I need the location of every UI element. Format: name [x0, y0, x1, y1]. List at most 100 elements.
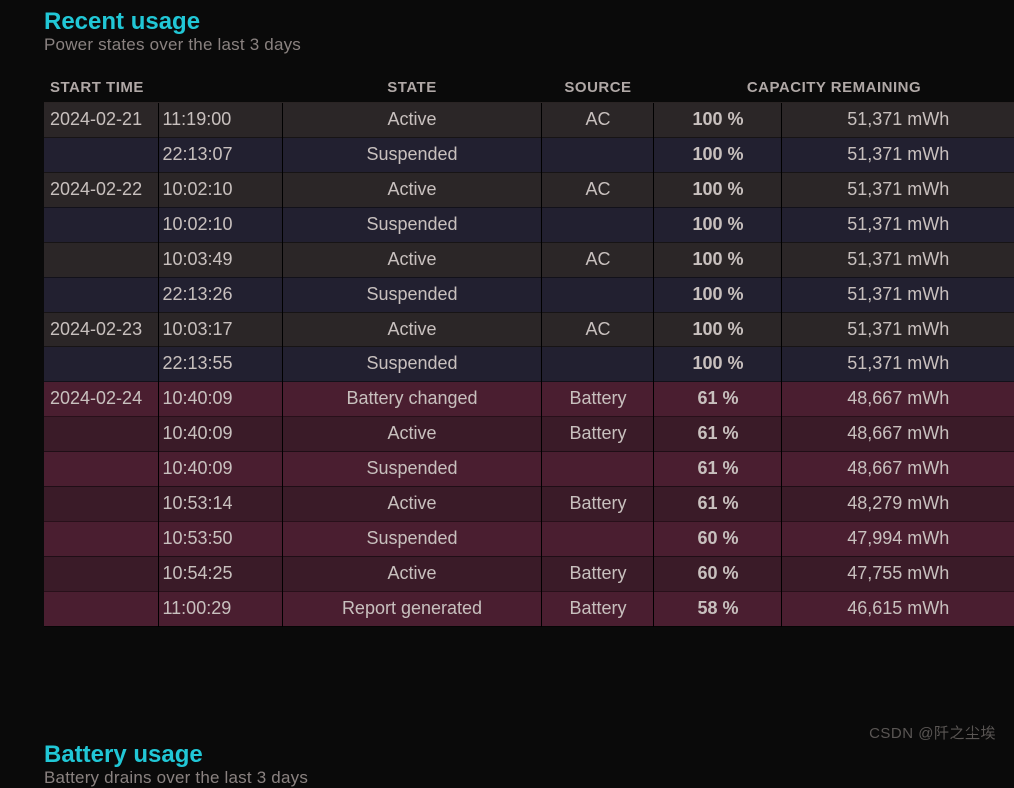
recent-usage-table: START TIME STATE SOURCE CAPACITY REMAINI… [44, 73, 1014, 626]
cell-state: Battery changed [282, 382, 542, 417]
cell-time: 10:53:14 [158, 486, 282, 521]
cell-state: Suspended [282, 521, 542, 556]
cell-date [44, 591, 158, 626]
cell-source: AC [542, 103, 654, 138]
cell-state: Active [282, 172, 542, 207]
cell-date [44, 347, 158, 382]
cell-capacity-pct: 100 % [654, 312, 782, 347]
col-state: STATE [282, 73, 542, 103]
cell-state: Active [282, 417, 542, 452]
cell-time: 10:02:10 [158, 207, 282, 242]
cell-date [44, 452, 158, 487]
col-capacity: CAPACITY REMAINING [654, 73, 1014, 103]
cell-capacity-pct: 60 % [654, 556, 782, 591]
cell-capacity-mwh: 51,371 mWh [782, 277, 1014, 312]
cell-capacity-pct: 61 % [654, 417, 782, 452]
cell-date: 2024-02-21 [44, 103, 158, 138]
battery-usage-subtitle: Battery drains over the last 3 days [0, 768, 1014, 788]
cell-source [542, 452, 654, 487]
cell-state: Suspended [282, 452, 542, 487]
recent-usage-subtitle: Power states over the last 3 days [0, 35, 1014, 55]
cell-time: 22:13:26 [158, 277, 282, 312]
table-row: 2024-02-2310:03:17ActiveAC100 %51,371 mW… [44, 312, 1014, 347]
cell-source: Battery [542, 382, 654, 417]
battery-usage-title: Battery usage [0, 739, 1014, 770]
table-row: 2024-02-2210:02:10ActiveAC100 %51,371 mW… [44, 172, 1014, 207]
cell-state: Report generated [282, 591, 542, 626]
cell-time: 10:02:10 [158, 172, 282, 207]
cell-date: 2024-02-22 [44, 172, 158, 207]
cell-date [44, 486, 158, 521]
cell-capacity-pct: 61 % [654, 486, 782, 521]
battery-usage-section: Battery usage Battery drains over the la… [0, 739, 1014, 788]
cell-capacity-pct: 100 % [654, 172, 782, 207]
cell-time: 10:40:09 [158, 417, 282, 452]
cell-source [542, 207, 654, 242]
table-header-row: START TIME STATE SOURCE CAPACITY REMAINI… [44, 73, 1014, 103]
table-row: 11:00:29Report generatedBattery58 %46,61… [44, 591, 1014, 626]
cell-capacity-pct: 100 % [654, 103, 782, 138]
cell-state: Active [282, 312, 542, 347]
table-row: 10:03:49ActiveAC100 %51,371 mWh [44, 242, 1014, 277]
recent-usage-section: Recent usage Power states over the last … [0, 6, 1014, 627]
col-start-time: START TIME [44, 73, 282, 103]
cell-capacity-pct: 61 % [654, 452, 782, 487]
cell-source: Battery [542, 556, 654, 591]
cell-time: 11:19:00 [158, 103, 282, 138]
cell-state: Active [282, 103, 542, 138]
cell-state: Suspended [282, 138, 542, 173]
cell-capacity-mwh: 48,279 mWh [782, 486, 1014, 521]
cell-capacity-pct: 100 % [654, 242, 782, 277]
cell-time: 10:03:49 [158, 242, 282, 277]
cell-source: Battery [542, 486, 654, 521]
cell-state: Active [282, 242, 542, 277]
table-row: 10:53:14ActiveBattery61 %48,279 mWh [44, 486, 1014, 521]
cell-date [44, 417, 158, 452]
cell-date: 2024-02-23 [44, 312, 158, 347]
cell-capacity-pct: 100 % [654, 347, 782, 382]
cell-source: AC [542, 242, 654, 277]
cell-capacity-mwh: 51,371 mWh [782, 347, 1014, 382]
table-row: 2024-02-2111:19:00ActiveAC100 %51,371 mW… [44, 103, 1014, 138]
cell-capacity-pct: 100 % [654, 277, 782, 312]
cell-date [44, 138, 158, 173]
cell-state: Suspended [282, 347, 542, 382]
cell-capacity-pct: 60 % [654, 521, 782, 556]
cell-date [44, 277, 158, 312]
cell-capacity-mwh: 48,667 mWh [782, 382, 1014, 417]
cell-state: Active [282, 556, 542, 591]
cell-date [44, 556, 158, 591]
table-row: 10:40:09ActiveBattery61 %48,667 mWh [44, 417, 1014, 452]
cell-time: 10:03:17 [158, 312, 282, 347]
cell-date: 2024-02-24 [44, 382, 158, 417]
cell-capacity-pct: 58 % [654, 591, 782, 626]
cell-date [44, 521, 158, 556]
cell-capacity-mwh: 48,667 mWh [782, 417, 1014, 452]
cell-date [44, 242, 158, 277]
cell-source [542, 277, 654, 312]
cell-capacity-mwh: 46,615 mWh [782, 591, 1014, 626]
cell-date [44, 207, 158, 242]
cell-time: 22:13:07 [158, 138, 282, 173]
cell-time: 10:40:09 [158, 382, 282, 417]
cell-capacity-pct: 61 % [654, 382, 782, 417]
cell-capacity-mwh: 51,371 mWh [782, 207, 1014, 242]
cell-capacity-mwh: 51,371 mWh [782, 172, 1014, 207]
cell-source: AC [542, 312, 654, 347]
table-row: 10:54:25ActiveBattery60 %47,755 mWh [44, 556, 1014, 591]
cell-time: 10:54:25 [158, 556, 282, 591]
cell-state: Suspended [282, 207, 542, 242]
cell-source: Battery [542, 417, 654, 452]
cell-time: 10:40:09 [158, 452, 282, 487]
cell-source: AC [542, 172, 654, 207]
cell-time: 10:53:50 [158, 521, 282, 556]
cell-capacity-mwh: 48,667 mWh [782, 452, 1014, 487]
watermark: CSDN @阡之尘埃 [869, 722, 996, 743]
table-row: 10:53:50Suspended60 %47,994 mWh [44, 521, 1014, 556]
cell-state: Active [282, 486, 542, 521]
cell-capacity-pct: 100 % [654, 207, 782, 242]
cell-source: Battery [542, 591, 654, 626]
cell-capacity-mwh: 51,371 mWh [782, 312, 1014, 347]
cell-capacity-mwh: 51,371 mWh [782, 138, 1014, 173]
cell-state: Suspended [282, 277, 542, 312]
